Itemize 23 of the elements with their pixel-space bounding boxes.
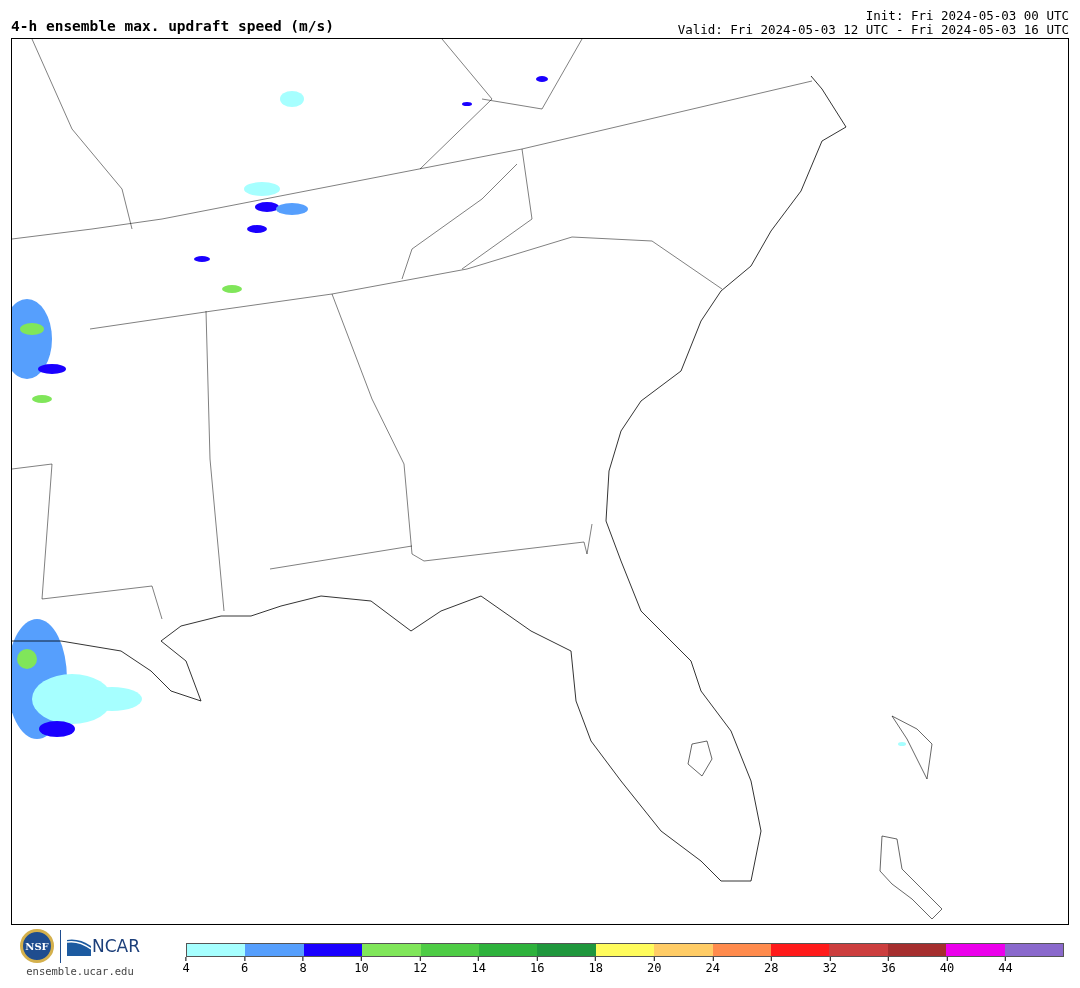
colorbar-tick-label: 18: [588, 961, 603, 975]
colorbar-tick-label: 44: [998, 961, 1013, 975]
colorbar-tick-label: 32: [822, 961, 838, 975]
colorbar-tick-label: 28: [764, 961, 779, 975]
ncar-logo-icon: [67, 938, 91, 956]
colorbar-tick-label: 40: [939, 961, 955, 975]
nsf-logo: NSF: [20, 929, 54, 963]
colorbar-tick-label: 6: [240, 961, 249, 975]
site-url: ensemble.ucar.edu: [26, 965, 134, 977]
colorbar-tick-label: 36: [881, 961, 896, 975]
colorbar-tick-label: 20: [647, 961, 662, 975]
ncar-logo-text: NCAR: [92, 936, 140, 956]
colorbar-tick-label: 8: [299, 961, 307, 975]
colorbar-tick-label: 14: [471, 961, 486, 975]
colorbar-tick-label: 24: [705, 961, 720, 975]
colorbar-tick-label: 10: [354, 961, 369, 975]
lake-drawing: [687, 740, 713, 777]
valid-time: Valid: Fri 2024-05-03 12 UTC - Fri 2024-05-03 16 UTC: [677, 23, 1069, 37]
chart-title: 4-h ensemble max. updraft speed (m/s): [11, 18, 334, 36]
colorbar-tick-label: 4: [182, 961, 190, 975]
colorbar-tick-label: 16: [529, 961, 545, 975]
colorbar-tick-label: 12: [412, 961, 428, 975]
init-time: Init: Fri 2024-05-03 00 UTC: [864, 9, 1069, 23]
